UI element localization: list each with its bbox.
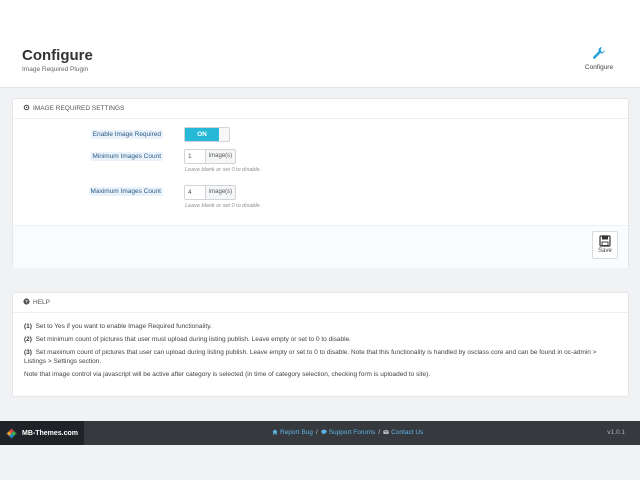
help-body: (1) Set to Yes if you want to enable Ima…	[24, 322, 620, 383]
max-images-hint: Leave blank or set 0 to disable.	[185, 203, 262, 209]
envelope-icon	[383, 429, 389, 434]
min-images-addon: image(s)	[205, 150, 235, 163]
contact-us-link[interactable]: Contact Us	[391, 429, 423, 436]
enable-label: Enable Image Required	[90, 130, 163, 139]
settings-panel: IMAGE REQUIRED SETTINGS Enable Image Req…	[12, 98, 629, 268]
max-images-field: image(s)	[184, 185, 236, 200]
help-item: (3) Set maximum count of pictures that u…	[24, 349, 597, 365]
min-images-label: Minimum Images Count	[90, 152, 163, 161]
comments-icon	[321, 429, 327, 435]
settings-heading: IMAGE REQUIRED SETTINGS	[13, 99, 628, 119]
footer-separator: /	[378, 429, 381, 436]
question-circle-icon: ?	[23, 298, 30, 305]
support-forums-link[interactable]: Support Forums	[329, 429, 376, 436]
save-button[interactable]: Save	[592, 231, 618, 259]
max-images-label: Maximum Images Count	[88, 187, 163, 196]
help-item: (2) Set minimum count of pictures that u…	[24, 336, 351, 343]
help-panel: ? HELP (1) Set to Yes if you want to ena…	[12, 292, 629, 397]
max-images-addon: image(s)	[205, 186, 235, 199]
page-title: Configure	[22, 47, 93, 64]
min-images-input[interactable]	[185, 150, 205, 163]
version-label: v1.0.1	[607, 429, 625, 436]
help-note: Note that image control via javascript w…	[24, 371, 431, 378]
page-subtitle: Image Required Plugin	[22, 66, 89, 73]
brand-name: MB-Themes.com	[22, 429, 79, 437]
brand-logo-icon	[5, 426, 18, 440]
help-heading-text: HELP	[33, 299, 50, 306]
report-bug-link[interactable]: Report Bug	[280, 429, 313, 436]
enable-toggle[interactable]: ON	[184, 127, 230, 142]
settings-footer: Save	[13, 225, 628, 268]
configure-button[interactable]: Configure	[580, 46, 618, 76]
footer-brand[interactable]: MB-Themes.com	[0, 421, 84, 445]
help-heading: ? HELP	[13, 293, 628, 313]
footer-bar: MB-Themes.com Report Bug / Support Forums /…	[0, 421, 640, 445]
max-images-input[interactable]	[185, 186, 205, 199]
settings-heading-text: IMAGE REQUIRED SETTINGS	[33, 105, 125, 112]
min-images-hint: Leave blank or set 0 to disable.	[185, 167, 262, 173]
configure-label: Configure	[584, 64, 614, 71]
save-label: Save	[598, 248, 612, 254]
footer-links: Report Bug / Support Forums / Contact Us	[272, 429, 423, 436]
toggle-on-state: ON	[185, 128, 219, 141]
min-images-field: image(s)	[184, 149, 236, 164]
gear-icon	[23, 104, 30, 111]
page-header: Configure Image Required Plugin Configur…	[0, 0, 640, 88]
footer-separator: /	[315, 429, 318, 436]
home-icon	[272, 429, 278, 435]
help-item: (1) Set to Yes if you want to enable Ima…	[24, 323, 212, 330]
svg-text:?: ?	[25, 299, 28, 304]
wrench-icon	[593, 47, 605, 59]
floppy-disk-icon	[599, 235, 611, 247]
